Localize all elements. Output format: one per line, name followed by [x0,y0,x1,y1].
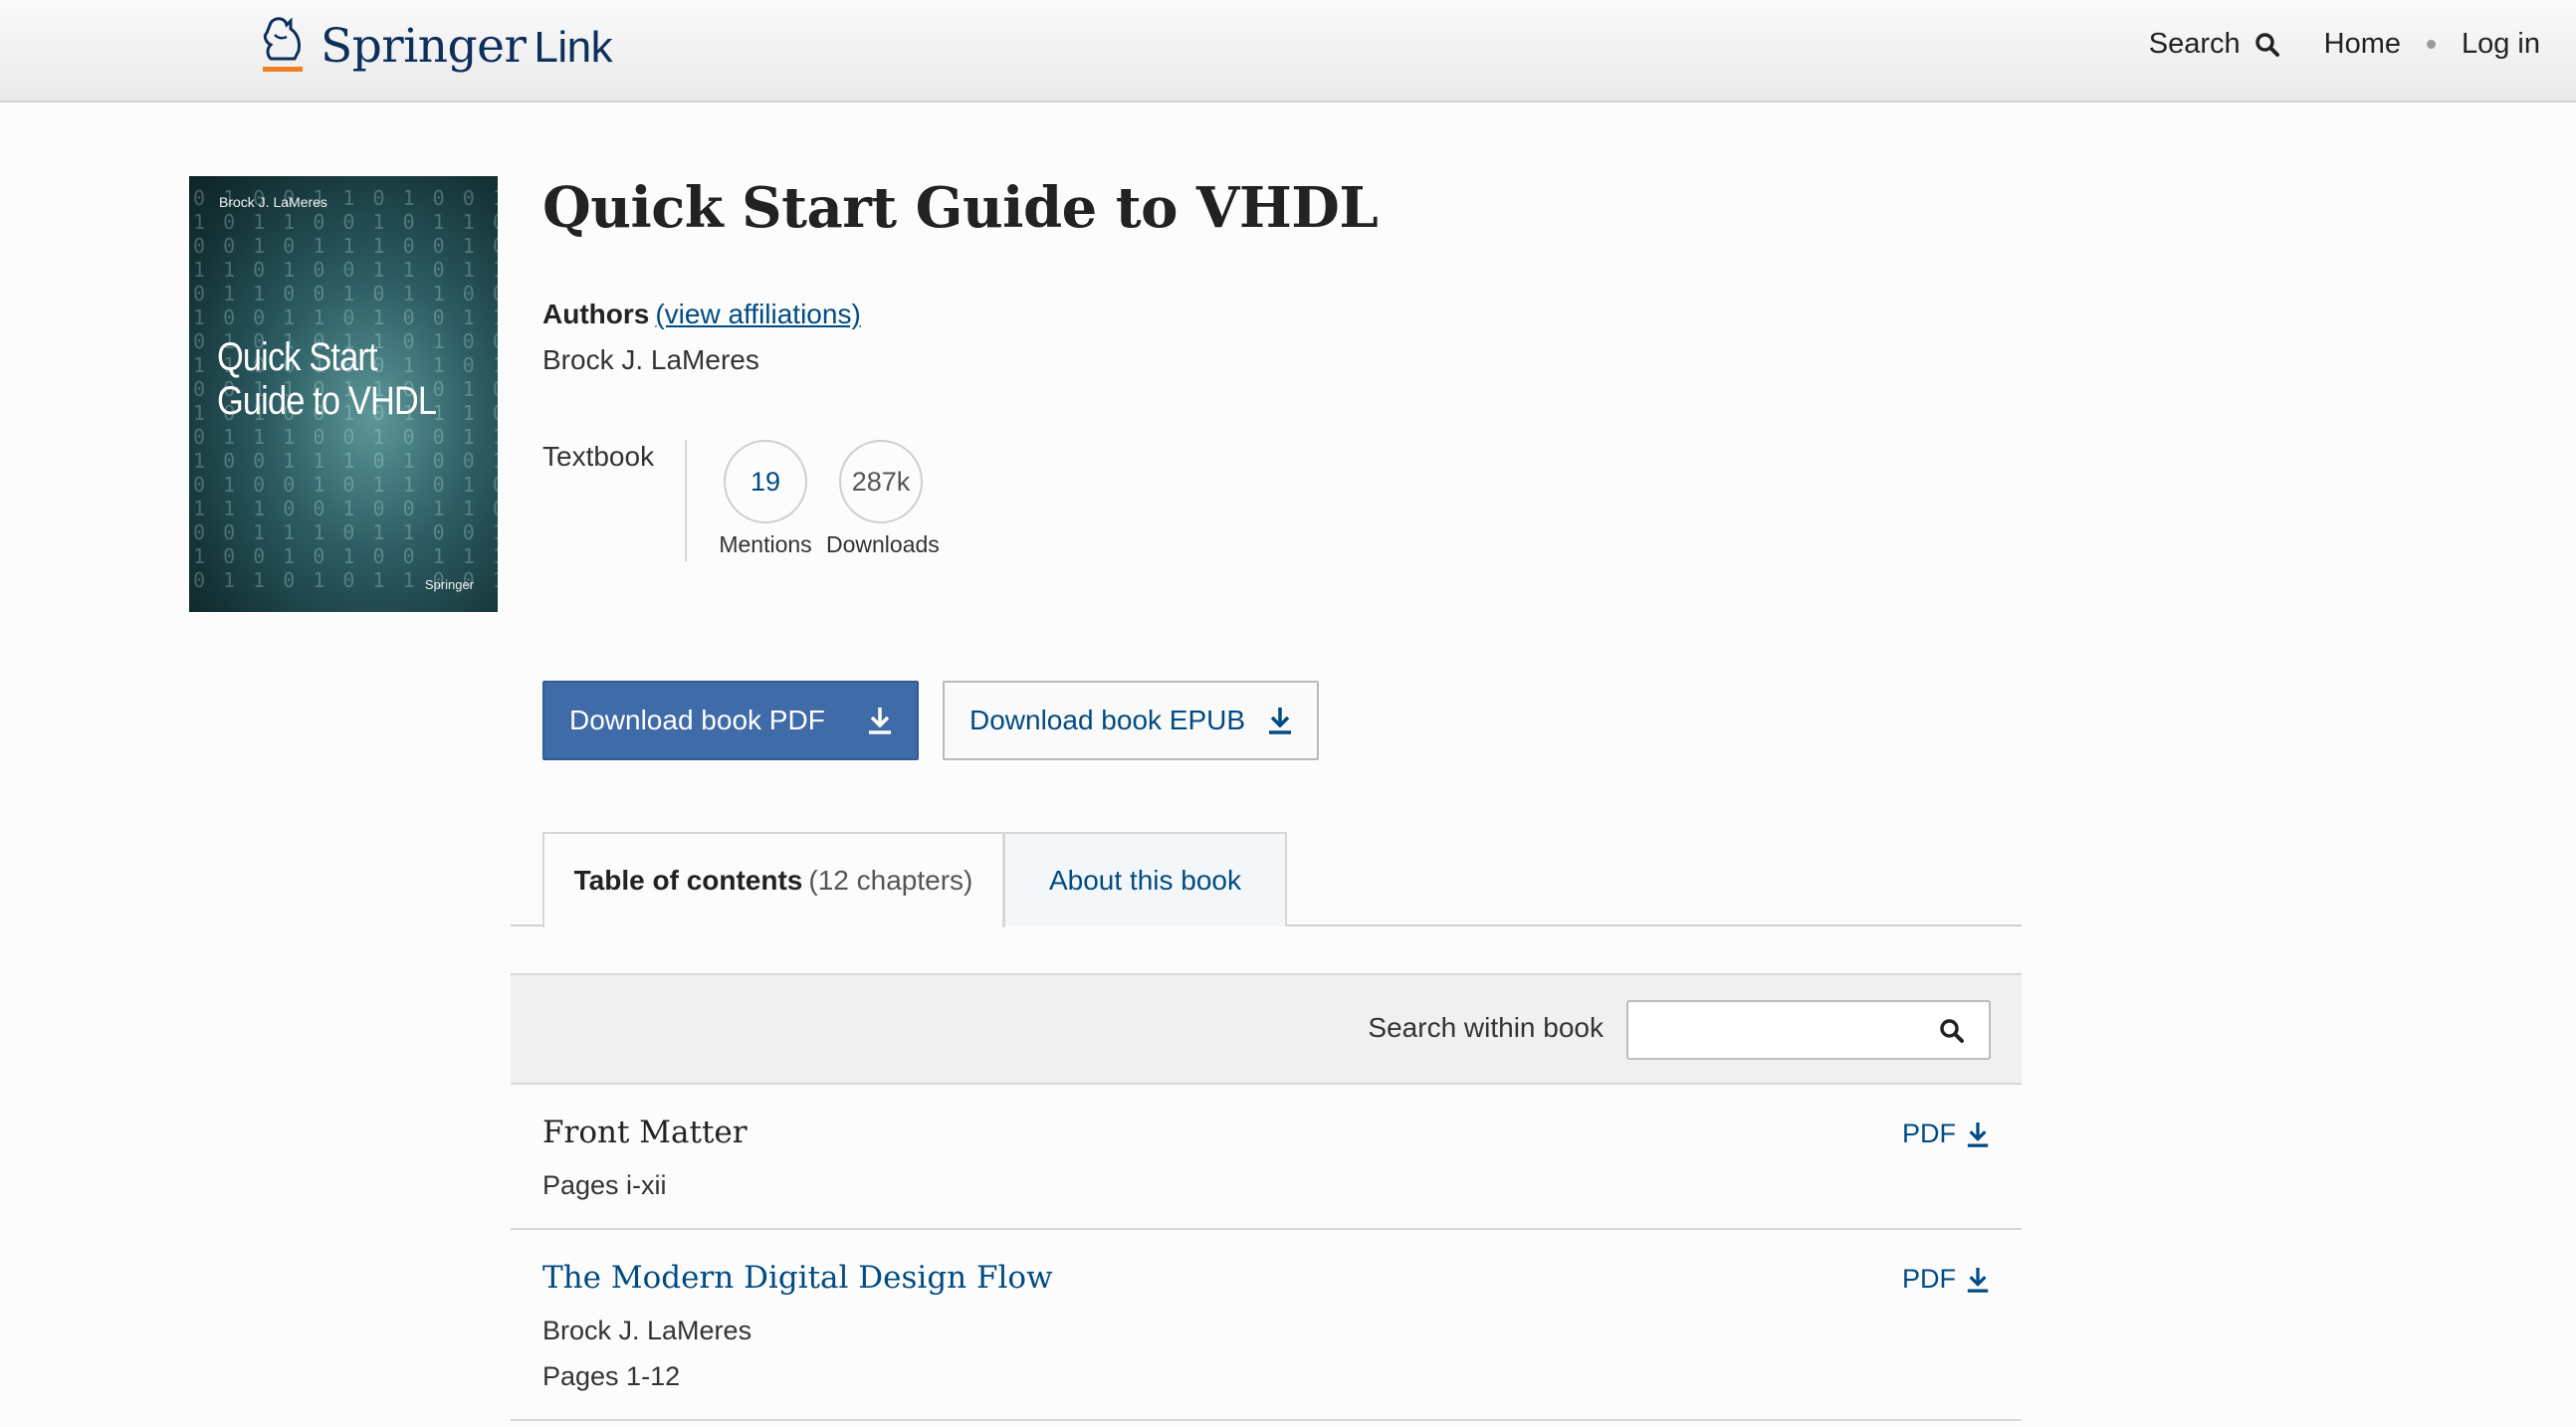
logo-springer-text: Springer [321,18,527,74]
downloads-count: 287k [851,466,911,497]
download-epub-label: Download book EPUB [969,705,1246,735]
cover-publisher: Springer [424,577,474,592]
authors-heading: Authors (view affiliations) [542,299,861,330]
download-book-epub-button[interactable]: Download book EPUB [943,681,1319,760]
toc-chapter-count: (12 chapters) [808,865,973,896]
springer-link-logo[interactable]: Springer Link [257,14,613,78]
login-label: Log in [2461,28,2540,60]
download-icon [1967,1121,1989,1147]
downloads-metric: 287k Downloads [826,440,940,558]
page-title: Quick Start Guide to VHDL [542,175,1379,241]
chapter-author: Brock J. LaMeres [542,1316,752,1345]
download-pdf-label: Download book PDF [569,705,825,735]
downloads-label: Downloads [826,531,940,557]
cover-author: Brock J. LaMeres [219,194,327,210]
header-search-label: Search [2148,28,2241,60]
springer-horse-icon [263,17,303,72]
cover-title-line-2: Guide to VHDL [217,379,437,423]
author-name: Brock J. LaMeres [542,344,759,375]
top-navigation-bar: Springer Link Search Home Log in [0,0,2576,102]
chapter-item-front-matter: Front Matter Pages i-xii PDF [511,1085,2022,1230]
download-icon [1967,1267,1989,1293]
chapter-pdf-download-link[interactable]: PDF [1902,1264,1990,1295]
home-label: Home [2323,28,2401,60]
search-within-book-input[interactable] [1628,1002,1927,1058]
chapter-title-link[interactable]: The Modern Digital Design Flow [542,1260,1053,1296]
mentions-metric[interactable]: 19 Mentions [711,440,820,558]
chapter-pages: Pages 1-12 [542,1361,681,1391]
logo-link-text: Link [534,22,613,72]
cover-title-line-1: Quick Start [217,335,378,379]
search-within-book-box [1626,1000,1991,1060]
chapter-pdf-download-link[interactable]: PDF [1902,1119,1990,1149]
chapter-pdf-label: PDF [1902,1264,1956,1294]
book-cover-image: 0 1 0 0 1 1 0 1 0 0 1 0 1 1 1 0 1 1 0 0 … [189,176,498,612]
mentions-label: Mentions [719,531,812,557]
search-icon[interactable] [1939,1018,1965,1044]
chapter-pdf-label: PDF [1902,1119,1956,1148]
download-icon [1269,708,1291,734]
view-affiliations-link[interactable]: (view affiliations) [655,299,860,329]
download-book-pdf-button[interactable]: Download book PDF [542,681,919,760]
mentions-count-circle: 19 [724,440,807,523]
header-search-button[interactable]: Search [2149,28,2280,61]
cover-title: Quick Start Guide to VHDL [217,335,437,423]
chapter-pages: Pages i-xii [542,1170,667,1200]
header-nav: Search Home Log in [2149,28,2540,61]
home-link[interactable]: Home [2324,28,2401,61]
tab-about-this-book[interactable]: About this book [1003,832,1287,926]
metrics-divider [685,440,687,561]
about-tab-label: About this book [1048,864,1242,896]
search-within-book-label: Search within book [1368,1012,1604,1043]
logo-wordmark: Springer Link [321,18,613,74]
content-type-label: Textbook [542,441,655,472]
authors-label: Authors [542,299,650,329]
search-within-book-bar: Search within book [511,973,2022,1085]
toc-tab-label: Table of contents [573,865,803,896]
login-link[interactable]: Log in [2462,28,2540,61]
search-icon [2254,32,2279,57]
chapter-item-modern-digital-design-flow: The Modern Digital Design Flow Brock J. … [511,1230,2022,1421]
nav-separator-dot [2426,40,2436,49]
mentions-count: 19 [750,466,781,497]
download-icon [869,708,891,734]
downloads-count-circle: 287k [839,440,923,523]
chapter-title: Front Matter [542,1115,748,1150]
tab-table-of-contents[interactable]: Table of contents (12 chapters) [542,832,1004,927]
